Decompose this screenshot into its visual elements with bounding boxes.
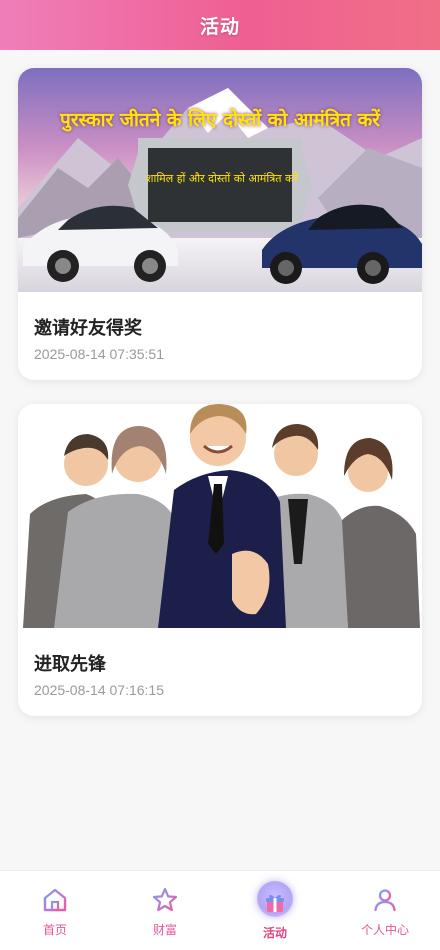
activity-banner-pioneer: [18, 404, 422, 628]
activity-date: 2025-08-14 07:35:51: [34, 346, 164, 362]
gift-icon: [260, 888, 290, 918]
bottom-tab-bar: 首页 财富 活动 个人中心: [0, 870, 440, 950]
activity-title: 进取先锋: [34, 654, 106, 675]
tab-label: 个人中心: [360, 923, 409, 937]
tab-label: 首页: [42, 923, 67, 937]
activity-date: 2025-08-14 07:16:15: [34, 682, 164, 698]
star-icon: [150, 885, 180, 915]
tab-label: 财富: [152, 923, 177, 937]
activity-card-invite[interactable]: पुरस्कार जीतने के लिए दोस्तों को आमंत्रि…: [18, 68, 422, 380]
user-icon: [370, 885, 400, 915]
activity-card-pioneer[interactable]: 进取先锋 2025-08-14 07:16:15: [18, 404, 422, 716]
page-header: 活动: [0, 0, 440, 50]
page-title: 活动: [199, 15, 240, 38]
tab-home[interactable]: 首页: [0, 871, 110, 950]
tab-activity[interactable]: 活动: [220, 871, 330, 950]
tab-profile[interactable]: 个人中心: [330, 871, 440, 950]
tab-wealth[interactable]: 财富: [110, 871, 220, 950]
business-team-illustration: [18, 404, 422, 628]
banner-subtitle: शामिल हों और दोस्तों को आमंत्रित करें: [146, 172, 298, 185]
activity-title: 邀请好友得奖: [34, 318, 142, 339]
home-icon: [40, 885, 70, 915]
tab-label: 活动: [262, 926, 287, 940]
banner-headline: पुरस्कार जीतने के लिए दोस्तों को आमंत्रि…: [60, 109, 380, 131]
activity-banner-invite: पुरस्कार जीतने के लिए दोस्तों को आमंत्रि…: [18, 68, 422, 292]
